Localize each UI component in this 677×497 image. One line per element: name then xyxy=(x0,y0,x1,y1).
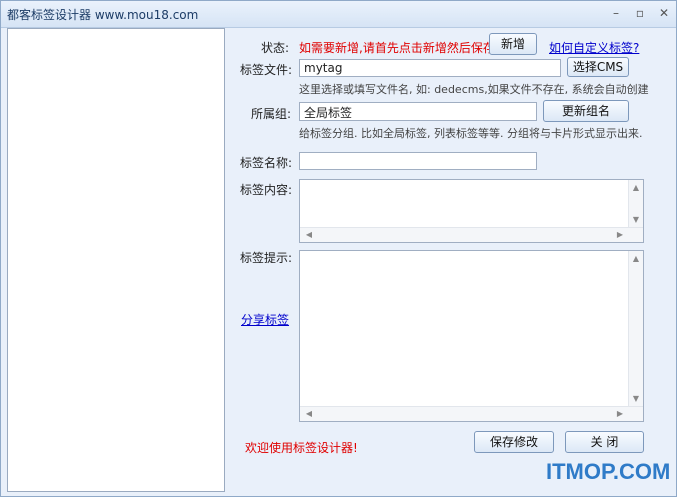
title-bar: 都客标签设计器 www.mou18.com – ▫ ✕ xyxy=(1,1,676,28)
tag-content-textarea[interactable]: ▲ ▼ ◀ ▶ xyxy=(299,179,644,243)
tag-file-label: 标签文件: xyxy=(240,63,293,77)
status-label: 状态: xyxy=(261,41,290,55)
status-message: 如需要新增,请首先点击新增然后保存! xyxy=(299,41,500,55)
group-hint: 给标签分组. 比如全局标签, 列表标签等等. 分组将与卡片形式显示出来. xyxy=(299,127,643,140)
site-watermark: ITMOP.COM xyxy=(546,459,671,484)
close-button[interactable]: 关 闭 xyxy=(565,431,644,453)
scroll-left-icon[interactable]: ◀ xyxy=(302,409,316,419)
tag-name-input[interactable] xyxy=(299,152,537,170)
scroll-right-icon[interactable]: ▶ xyxy=(613,230,627,240)
tag-file-hint: 这里选择或填写文件名, 如: dedecms,如果文件不存在, 系统会自动创建 xyxy=(299,83,649,96)
select-cms-button[interactable]: 选择CMS xyxy=(567,57,629,77)
tag-content-label: 标签内容: xyxy=(240,183,293,197)
close-window-button[interactable]: ✕ xyxy=(655,5,673,21)
tag-tip-label: 标签提示: xyxy=(240,251,293,265)
minimize-button[interactable]: – xyxy=(607,5,625,21)
content-vertical-scrollbar[interactable]: ▲ ▼ xyxy=(628,180,643,228)
scroll-down-icon[interactable]: ▼ xyxy=(629,215,643,225)
welcome-message: 欢迎使用标签设计器! xyxy=(245,441,358,455)
new-button[interactable]: 新增 xyxy=(489,33,537,55)
maximize-button[interactable]: ▫ xyxy=(631,5,649,21)
content-horizontal-scrollbar[interactable]: ◀ ▶ xyxy=(300,227,643,242)
group-input[interactable]: 全局标签 xyxy=(299,102,537,121)
scroll-up-icon[interactable]: ▲ xyxy=(629,254,643,264)
share-tag-link[interactable]: 分享标签 xyxy=(241,311,289,328)
tag-list-panel[interactable] xyxy=(7,28,225,492)
scroll-down-icon[interactable]: ▼ xyxy=(629,394,643,404)
tip-vertical-scrollbar[interactable]: ▲ ▼ xyxy=(628,251,643,407)
scroll-left-icon[interactable]: ◀ xyxy=(302,230,316,240)
scroll-right-icon[interactable]: ▶ xyxy=(613,409,627,419)
window-title: 都客标签设计器 www.mou18.com xyxy=(7,8,199,22)
tag-file-input[interactable]: mytag xyxy=(299,59,561,77)
help-link[interactable]: 如何自定义标签? xyxy=(549,39,639,56)
group-label: 所属组: xyxy=(251,107,292,121)
tip-horizontal-scrollbar[interactable]: ◀ ▶ xyxy=(300,406,643,421)
update-group-button[interactable]: 更新组名 xyxy=(543,100,629,122)
tag-name-label: 标签名称: xyxy=(240,156,293,170)
scroll-up-icon[interactable]: ▲ xyxy=(629,183,643,193)
main-window: 都客标签设计器 www.mou18.com – ▫ ✕ 状态: 如需要新增,请首… xyxy=(0,0,677,497)
tag-tip-textarea[interactable]: ▲ ▼ ◀ ▶ xyxy=(299,250,644,422)
save-button[interactable]: 保存修改 xyxy=(474,431,554,453)
